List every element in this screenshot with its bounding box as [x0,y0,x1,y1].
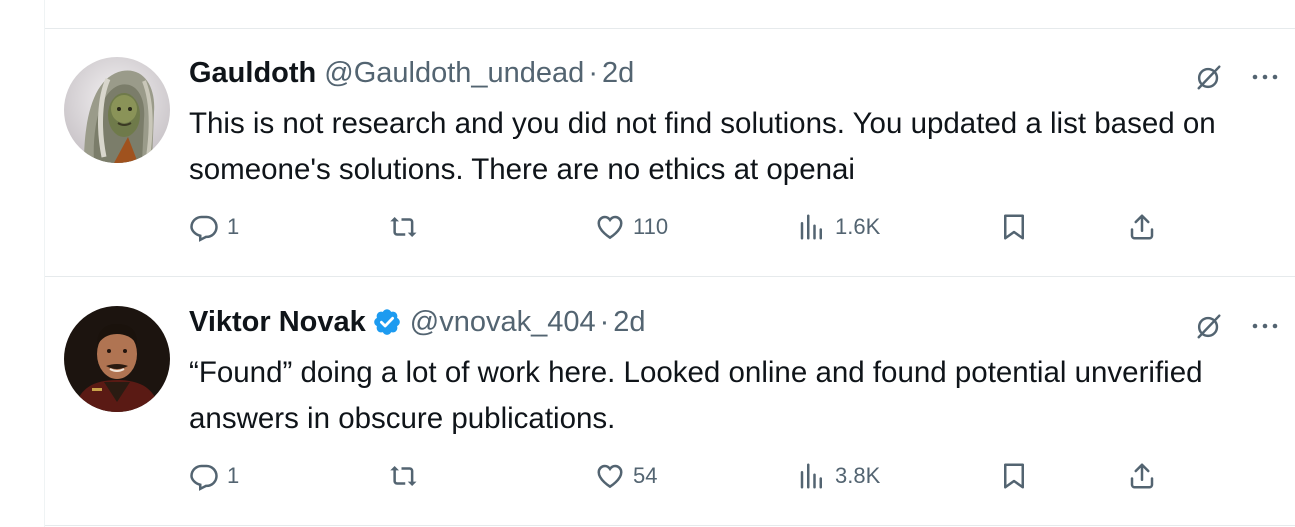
avatar[interactable] [64,57,170,163]
more-icon [1252,323,1278,329]
grok-button[interactable] [1191,308,1227,344]
retweet-button[interactable] [389,207,427,247]
reply-button[interactable]: 1 [189,456,239,496]
reply-count: 1 [227,463,240,488]
dot-separator: · [588,56,598,89]
retweet-button[interactable] [389,456,427,496]
share-button[interactable] [1127,456,1157,496]
like-count: 54 [633,463,658,488]
reply-count: 1 [227,214,240,239]
reply-icon [190,464,218,491]
view-count: 3.8K [835,463,881,488]
views-button[interactable]: 1.6K [797,207,880,247]
grok-button[interactable] [1191,59,1227,95]
tweet-header: Gauldoth @Gauldoth_undead · 2d [189,55,634,91]
grok-icon [1197,65,1221,90]
timestamp[interactable]: 2d [602,57,634,90]
like-count: 110 [633,214,669,239]
tweet[interactable]: Gauldoth @Gauldoth_undead · 2d This is n… [45,29,1295,277]
like-button[interactable]: 54 [595,456,657,496]
verified-badge [372,307,402,337]
tweet-text: “Found” doing a lot of work here. Looked… [189,356,1203,435]
display-name[interactable]: Gauldoth [189,57,316,90]
heart-icon [597,215,623,240]
view-count: 1.6K [835,214,881,239]
tweet-header: Viktor Novak @vnovak_404 · 2d [189,304,646,340]
bookmark-icon [1004,463,1024,489]
bookmark-icon [1004,214,1024,240]
views-button[interactable]: 3.8K [797,456,880,496]
tweet-actions: 1 110 1.6K [189,207,1169,247]
display-name[interactable]: Viktor Novak [189,306,366,339]
views-icon [800,214,822,240]
share-icon [1130,214,1154,240]
man-portrait-avatar-icon [64,306,170,412]
hooded-figure-avatar-icon [64,57,170,163]
share-icon [1130,463,1154,489]
like-button[interactable]: 110 [595,207,668,247]
previous-tweet-area [0,0,1295,28]
avatar[interactable] [64,306,170,412]
retweet-icon [390,466,417,486]
tweet[interactable]: Viktor Novak @vnovak_404 · 2d “Found” do… [45,278,1295,526]
handle[interactable]: @Gauldoth_undead [324,57,584,90]
share-button[interactable] [1127,207,1157,247]
heart-icon [597,464,623,489]
grok-icon [1197,314,1221,339]
dot-separator: · [599,305,610,338]
verified-badge-icon [373,309,400,335]
reply-icon [190,215,218,242]
more-icon [1252,74,1278,80]
tweet-actions: 1 54 3.8K [189,456,1169,496]
retweet-icon [390,217,417,237]
views-icon [800,463,822,489]
more-button[interactable] [1247,59,1283,95]
timestamp[interactable]: 2d [613,306,645,339]
more-button[interactable] [1247,308,1283,344]
tweet-text: This is not research and you did not fin… [189,107,1216,186]
handle[interactable]: @vnovak_404 [410,306,596,339]
bookmark-button[interactable] [999,207,1029,247]
reply-button[interactable]: 1 [189,207,239,247]
bookmark-button[interactable] [999,456,1029,496]
